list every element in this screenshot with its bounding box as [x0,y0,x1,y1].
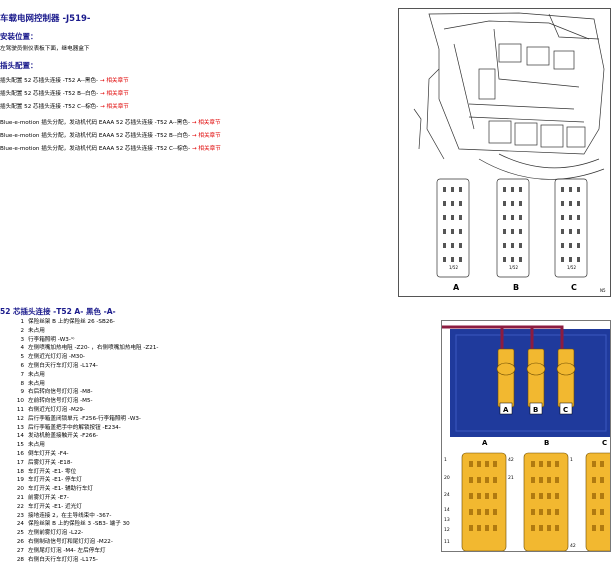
pinout-drawing: A B C A B C 42 1 20 21 24 14 13 12 11 1 … [442,325,610,551]
list-item: 21 前雾灯开关 -E7- [16,494,69,501]
connector-label-c: C [571,283,577,292]
list-item: 2 未占用 [20,327,45,334]
plug-row: 插头配置 52 芯插头连接 -T52 B--白色- → 相关章节 [0,89,129,97]
related-chapter-link[interactable]: → 相关章节 [100,104,129,110]
related-chapter-link[interactable]: → 相关章节 [192,133,221,139]
pin-label: 1/52 [509,265,518,270]
list-item: 16 倒车灯开关 -F4- [16,450,69,457]
list-item: 9 右后转向信号灯灯泡 -M8- [20,389,93,396]
install-text: 左驾驶员侧仪表板下面，继电器盒下 [0,46,90,52]
plug-row-text: 插头配置 52 芯插头连接 -T52 C--棕色- [0,104,99,110]
pin-number: 42 [508,457,514,463]
plug-row: Blue-e-motion 插头分配，发动机代码 EAAA 52 芯插头连接 -… [0,144,221,152]
pin-number: 14 [444,507,450,513]
pin-number: 11 [444,539,450,545]
connector-label-b: B [513,283,519,292]
plug-row: Blue-e-motion 插头分配，发动机代码 EAAA 52 芯插头连接 -… [0,131,221,139]
list-item: 13 后行李箱盖把手中的解锁按钮 -E234- [16,424,121,431]
pin-number: 1 [570,457,573,463]
page-title: 车载电网控制器 -J519- [0,14,91,24]
pin-number: 21 [508,475,514,481]
list-item: 28 右侧白天行车灯灯泡 -L175- [16,556,98,563]
pin-number: 1 [444,457,447,463]
pin-number: 42 [570,543,576,549]
list-item: 25 左侧前雾灯灯泡 -L22- [16,530,84,537]
connector-tag-a: A [503,406,509,414]
plug-row-text: 插头配置 52 芯插头连接 -T52 B--白色- [0,91,99,97]
connector-heading: 52 芯插头连接 -T52 A- 黑色 -A- [0,307,116,316]
connector-tag-b: B [533,406,538,414]
pinout-label-b: B [544,439,549,447]
list-item: 6 左侧白天行车灯灯泡 -L174- [20,362,98,369]
plug-row: 插头配置 52 芯插头连接 -T52 C--棕色- → 相关章节 [0,102,129,110]
control-unit-location-diagram: 1/52 1/52 1/52 A B C N5 [398,8,611,297]
list-item: 17 后雾灯开关 -E18- [16,459,73,466]
pin-number: 20 [444,475,450,481]
plug-row: 插头配置 52 芯插头连接 -T52 A--黑色- → 相关章节 [0,76,129,84]
list-item: 22 车灯开关 -E1- 近光灯 [16,503,82,510]
pin-label: 1/52 [449,265,458,270]
list-item: 3 行李箱照明 -W3-¹⁾ [20,336,75,343]
list-item: 20 车灯开关 -E1- 辅助行车灯 [16,486,94,493]
list-item: 27 左侧尾灯灯泡 -M4- 左后停车灯 [16,547,106,554]
list-item: 19 车灯开关 -E1- 停车灯 [16,477,82,484]
related-chapter-link[interactable]: → 相关章节 [192,146,221,152]
install-heading: 安装位置： [0,32,38,41]
list-item: 8 未占用 [20,380,45,387]
list-item: 18 车灯开关 -E1- 零位 [16,468,77,475]
list-item: 15 未占用 [16,442,45,449]
connector-pinout-diagram: A B C A B C 42 1 20 21 24 14 13 12 11 1 … [441,320,611,552]
list-item: 5 左侧近光灯灯泡 -M30- [20,354,85,361]
figure-reference: N5 [600,288,606,293]
list-item: 26 右侧制动信号灯和尾灯灯泡 -M22- [16,538,113,545]
list-item: 14 发动机舱盖接触开关 -F266- [16,433,99,440]
list-item: 7 未占用 [20,371,45,378]
pin-number: 12 [444,527,450,533]
pin-number: 24 [444,492,450,498]
list-item: 1 保险丝架 B 上的保险丝 26 -SB26- [20,319,115,325]
list-item: 4 左侧喷嘴加热电阻 -Z20- ，右侧喷嘴加热电阻 -Z21- [20,345,159,352]
pinout-label-a: A [482,439,488,447]
pinout-label-c: C [602,439,607,447]
plug-heading: 插头配置： [0,61,38,70]
list-item: 23 接地连接 2，在主导线束中 -367- [16,512,112,519]
connector-tag-c: C [563,406,568,414]
list-item: 11 右侧近光灯灯泡 -M29- [16,406,85,413]
plug-row-text: Blue-e-motion 插头分配，发动机代码 EAAA 52 芯插头连接 -… [0,120,190,126]
related-chapter-link[interactable]: → 相关章节 [100,78,129,84]
plug-row-text: 插头配置 52 芯插头连接 -T52 A--黑色- [0,78,99,84]
list-item: 12 后行李箱盖闭锁单元 -F256-行李箱照明 -W3- [16,415,141,422]
line-drawing: 1/52 1/52 1/52 A B C N5 [413,12,606,293]
plug-row-text: Blue-e-motion 插头分配，发动机代码 EAAA 52 芯插头连接 -… [0,146,191,152]
pin-label: 1/52 [567,265,576,270]
plug-row-text: Blue-e-motion 插头分配，发动机代码 EAAA 52 芯插头连接 -… [0,133,191,139]
connector-label-a: A [453,283,460,292]
related-chapter-link[interactable]: → 相关章节 [192,120,221,126]
pin-number: 13 [444,517,450,523]
related-chapter-link[interactable]: → 相关章节 [100,91,129,97]
pin-list: 1 保险丝架 B 上的保险丝 26 -SB26- 2 未占用 3 行李箱照明 -W3-… [8,318,159,564]
list-item: 24 保险丝架 B 上的保险丝 3 -SB3- 端子 30 [16,521,130,528]
plug-row: Blue-e-motion 插头分配，发动机代码 EAAA 52 芯插头连接 -… [0,118,221,126]
list-item: 10 左前转向信号灯灯泡 -M5- [16,398,93,405]
